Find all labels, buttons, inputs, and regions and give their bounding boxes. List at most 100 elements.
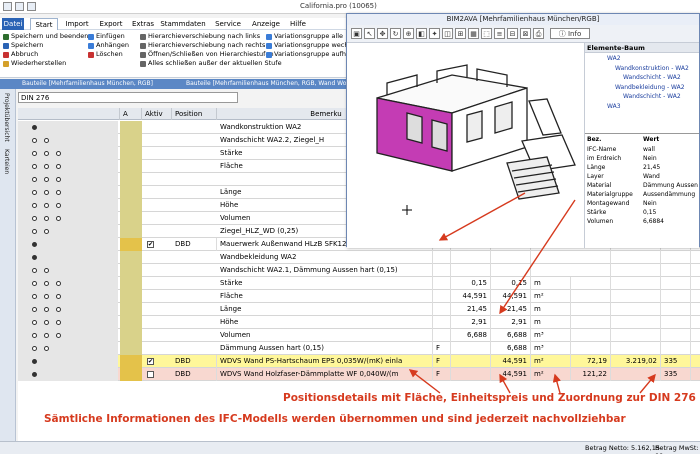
view-icon[interactable]: ◧ xyxy=(416,28,427,39)
aktiv-checkbox[interactable]: ✔ xyxy=(147,358,154,365)
tab-hilfe[interactable]: Hilfe xyxy=(286,18,310,30)
table-row[interactable]: DBD WDVS Wand Holzfaser-Dämmplatte WF 0,0… xyxy=(18,368,700,381)
zoom-icon[interactable]: ⊕ xyxy=(403,28,414,39)
table-row[interactable]: Länge 21,45 21,45 m xyxy=(18,303,700,316)
table-row[interactable]: ✔ DBD WDVS Wand PS-Hartschaum EPS 0,035W/(… xyxy=(18,355,700,368)
tree-node-icon[interactable] xyxy=(56,216,61,221)
tree-node-icon[interactable] xyxy=(32,203,37,208)
undo-icon[interactable] xyxy=(15,2,24,11)
tree-node-wandbekleidung[interactable]: Wandbekleidung - WA2 xyxy=(615,84,685,91)
tab-service[interactable]: Service xyxy=(212,18,244,30)
shift-right-button[interactable]: Hierarchieverschiebung nach rechts xyxy=(140,41,282,50)
tab-export[interactable]: Export xyxy=(96,18,126,30)
save-button[interactable]: Speichern xyxy=(3,41,88,50)
tree-node-icon[interactable] xyxy=(56,203,61,208)
close-others-button[interactable]: Alles schließen außer der aktuellen Stuf… xyxy=(140,59,282,68)
variation-all-button[interactable]: Variationsgruppe alle xyxy=(266,32,356,41)
tree-node-icon[interactable] xyxy=(44,281,49,286)
tree-node-icon[interactable] xyxy=(32,320,37,325)
tree-node-icon[interactable] xyxy=(32,372,37,377)
tab-extras[interactable]: Extras xyxy=(130,18,156,30)
tree-node-icon[interactable] xyxy=(32,281,37,286)
tree-node-icon[interactable] xyxy=(56,177,61,182)
table-row[interactable]: Dämmung Aussen hart (0,15) F 6,688 m³ xyxy=(18,342,700,355)
tree-node-icon[interactable] xyxy=(44,294,49,299)
tree-node-icon[interactable] xyxy=(44,346,49,351)
grid-icon[interactable]: ▦ xyxy=(468,28,479,39)
variation-remove-button[interactable]: Variationsgruppe aufheb xyxy=(266,50,356,59)
sidebar-karteien[interactable]: Karteien xyxy=(3,149,10,174)
sidebar-projektuebersicht[interactable]: Projektübersicht xyxy=(3,93,10,142)
tree-node-icon[interactable] xyxy=(44,203,49,208)
save-and-close-button[interactable]: Speichern und beenden xyxy=(3,32,88,41)
layers-icon[interactable]: ≡ xyxy=(494,28,505,39)
tab-datei[interactable]: Datei xyxy=(2,18,24,30)
pan-icon[interactable]: ✥ xyxy=(377,28,388,39)
aktiv-checkbox[interactable] xyxy=(147,371,154,378)
tree-node-icon[interactable] xyxy=(44,229,49,234)
tree-node-icon[interactable] xyxy=(32,229,37,234)
tree-node-icon[interactable] xyxy=(44,333,49,338)
info-button[interactable]: ⓘ Info xyxy=(550,28,590,39)
tree-node-wa3[interactable]: WA3 xyxy=(607,103,621,110)
tab-import[interactable]: Import xyxy=(62,18,92,30)
measure-icon[interactable]: ⊞ xyxy=(455,28,466,39)
cancel-button[interactable]: Abbruch xyxy=(3,50,88,59)
tree-node-icon[interactable] xyxy=(32,359,37,364)
append-button[interactable]: Anhängen xyxy=(88,41,129,50)
tree-node-icon[interactable] xyxy=(32,125,37,130)
cube-icon[interactable]: ⬚ xyxy=(481,28,492,39)
filter-icon[interactable]: ⊠ xyxy=(520,28,531,39)
tree-node-icon[interactable] xyxy=(56,281,61,286)
tab-anzeige[interactable]: Anzeige xyxy=(250,18,282,30)
tree-node-icon[interactable] xyxy=(32,151,37,156)
tree-node-icon[interactable] xyxy=(56,307,61,312)
table-row[interactable]: Höhe 2,91 2,91 m xyxy=(18,316,700,329)
section-icon[interactable]: ◫ xyxy=(442,28,453,39)
tab-stammdaten[interactable]: Stammdaten xyxy=(160,18,206,30)
doc-tab-1[interactable]: Bauteile [Mehrfamilienhaus München, RGB] xyxy=(22,80,153,87)
walk-icon[interactable]: ✦ xyxy=(429,28,440,39)
header-position[interactable]: Position xyxy=(172,108,217,120)
tree-node-icon[interactable] xyxy=(44,177,49,182)
open-icon[interactable]: ▣ xyxy=(351,28,362,39)
header-a[interactable]: A xyxy=(120,108,142,120)
doc-tab-2[interactable]: Bauteile [Mehrfamilienhaus München, RGB,… xyxy=(186,80,346,87)
print-icon[interactable]: ⎙ xyxy=(533,28,544,39)
shift-left-button[interactable]: Hierarchieverschiebung nach links xyxy=(140,32,282,41)
tree-node-icon[interactable] xyxy=(32,268,37,273)
tree-node-icon[interactable] xyxy=(32,164,37,169)
insert-button[interactable]: Einfügen xyxy=(88,32,129,41)
tree-node-icon[interactable] xyxy=(56,294,61,299)
tab-start[interactable]: Start xyxy=(30,18,58,30)
building-model-3d[interactable] xyxy=(347,43,583,248)
3d-viewport[interactable] xyxy=(347,43,585,248)
tree-node-icon[interactable] xyxy=(44,151,49,156)
tree-node-wandkonstruktion[interactable]: Wandkonstruktion - WA2 xyxy=(615,65,689,72)
tree-node-icon[interactable] xyxy=(44,190,49,195)
select-icon[interactable]: ↖ xyxy=(364,28,375,39)
table-row[interactable]: Fläche 44,591 44,591 m² xyxy=(18,290,700,303)
tree-node-icon[interactable] xyxy=(32,346,37,351)
tree-node-icon[interactable] xyxy=(32,294,37,299)
tree-node-icon[interactable] xyxy=(32,255,37,260)
table-row[interactable]: Wandbekleidung WA2 xyxy=(18,251,700,264)
tree-node-icon[interactable] xyxy=(44,307,49,312)
tree-node-icon[interactable] xyxy=(32,177,37,182)
tree-node-icon[interactable] xyxy=(32,242,37,247)
tree-node-wandschicht-1[interactable]: Wandschicht - WA2 xyxy=(623,74,681,81)
tree-node-wandschicht-2[interactable]: Wandschicht - WA2 xyxy=(623,93,681,100)
toggle-levels-button[interactable]: Öffnen/Schließen von Hierarchiestufen xyxy=(140,50,282,59)
tree-node-icon[interactable] xyxy=(32,190,37,195)
tree-node-icon[interactable] xyxy=(44,216,49,221)
tree-node-icon[interactable] xyxy=(56,320,61,325)
tree-node-icon[interactable] xyxy=(56,190,61,195)
tree-node-icon[interactable] xyxy=(56,333,61,338)
tree-node-icon[interactable] xyxy=(32,216,37,221)
table-row[interactable]: Volumen 6,688 6,688 m³ xyxy=(18,329,700,342)
variation-switch-button[interactable]: Variationsgruppe wechse xyxy=(266,41,356,50)
header-aktiv[interactable]: Aktiv xyxy=(142,108,172,120)
tree-node-icon[interactable] xyxy=(44,164,49,169)
delete-button[interactable]: Löschen xyxy=(88,50,129,59)
rotate-icon[interactable]: ↻ xyxy=(390,28,401,39)
